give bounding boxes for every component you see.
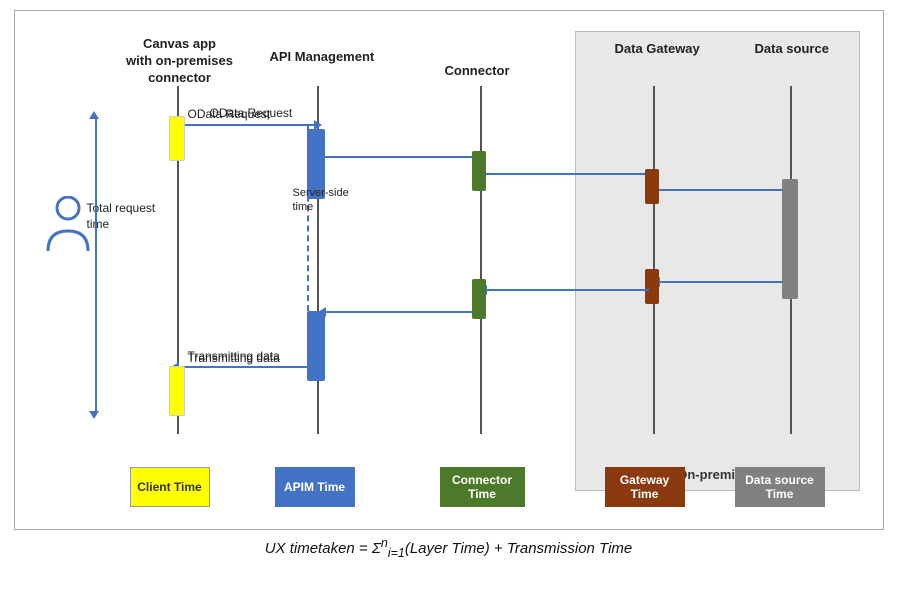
apim-block-2	[307, 311, 325, 381]
datasource-block	[782, 179, 798, 299]
data-source-header: Data source	[755, 41, 829, 56]
connector-gateway-arrow	[486, 173, 649, 175]
gateway-block-1	[645, 169, 659, 204]
connector-block-2	[472, 279, 486, 319]
connector-header: Connector	[445, 63, 510, 78]
datasource-time-legend: Data source Time	[735, 467, 825, 507]
total-time-arrow-down	[89, 411, 99, 419]
main-container: On-premises Canvas appwith on-premisesco…	[0, 0, 897, 592]
apim-canvas-return	[178, 366, 307, 368]
apim-header: API Management	[270, 49, 375, 64]
apim-connector-arrow	[325, 156, 478, 158]
odata-label: OData Request	[188, 107, 271, 121]
connector-vline	[480, 86, 482, 434]
odata-request-arrow	[178, 124, 315, 126]
canvas-block-top	[169, 116, 185, 161]
datasource-gateway-return	[659, 281, 782, 283]
gateway-time-legend: Gateway Time	[605, 467, 685, 507]
data-gateway-vline	[653, 86, 655, 434]
canvas-block-bottom	[169, 366, 185, 416]
diagram-box: On-premises Canvas appwith on-premisesco…	[14, 10, 884, 530]
total-time-vline	[95, 119, 97, 414]
connector-time-legend: Connector Time	[440, 467, 525, 507]
gateway-datasource-arrow	[659, 189, 789, 191]
total-time-arrow-up	[89, 111, 99, 119]
data-gateway-header: Data Gateway	[615, 41, 700, 56]
transmitting-label2: Transmitting data	[188, 351, 280, 365]
canvas-header: Canvas appwith on-premisesconnector	[120, 36, 240, 87]
apim-time-legend: APIM Time	[275, 467, 355, 507]
gateway-block-2	[645, 269, 659, 304]
connector-block-1	[472, 151, 486, 191]
total-request-time-label: Total request time	[87, 201, 157, 232]
formula: UX timetaken = Σni=1(Layer Time) + Trans…	[265, 536, 633, 560]
client-time-legend: Client Time	[130, 467, 210, 507]
onprem-region: On-premises	[575, 31, 860, 491]
connector-apim-return	[325, 311, 472, 313]
gateway-connector-return	[486, 289, 649, 291]
server-side-dashed	[307, 126, 309, 311]
server-side-label: Server-side time	[293, 186, 353, 215]
person-icon	[43, 196, 93, 256]
